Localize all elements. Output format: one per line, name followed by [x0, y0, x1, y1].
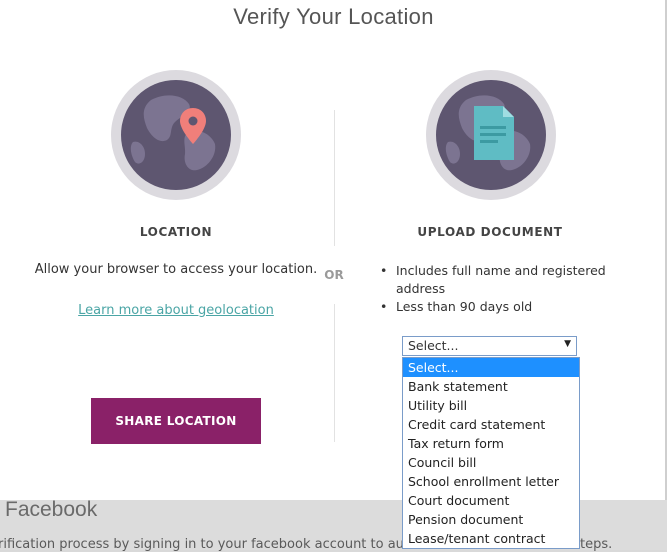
document-type-dropdown: Select... Bank statement Utility bill Cr… [402, 357, 580, 549]
document-icon [474, 106, 514, 160]
location-description: Allow your browser to access your locati… [34, 262, 318, 277]
or-label: OR [324, 268, 344, 282]
dropdown-option[interactable]: Utility bill [403, 396, 579, 415]
location-heading: LOCATION [139, 225, 213, 239]
background-heading: Facebook [5, 498, 98, 521]
share-location-button[interactable]: SHARE LOCATION [91, 398, 261, 444]
requirement-item: Includes full name and registered addres… [377, 262, 637, 298]
document-type-select[interactable]: Select... ▼ [402, 336, 577, 356]
upload-document-heading: UPLOAD DOCUMENT [417, 225, 563, 239]
divider-bottom [334, 304, 335, 442]
requirements-list: Includes full name and registered addres… [377, 262, 637, 316]
dropdown-option[interactable]: Credit card statement [403, 415, 579, 434]
divider-top [334, 110, 335, 246]
modal-title: Verify Your Location [233, 4, 434, 29]
dropdown-option[interactable]: Lease/tenant contract [403, 529, 579, 548]
dropdown-option[interactable]: Bank statement [403, 377, 579, 396]
select-current-value: Select... [408, 338, 459, 353]
dropdown-option[interactable]: Court document [403, 491, 579, 510]
chevron-down-icon: ▼ [564, 339, 571, 349]
dropdown-option[interactable]: Tax return form [403, 434, 579, 453]
requirement-item: Less than 90 days old [377, 298, 637, 316]
dropdown-option[interactable]: School enrollment letter [403, 472, 579, 491]
dropdown-option[interactable]: Pension document [403, 510, 579, 529]
upload-globe-icon [426, 70, 556, 200]
learn-more-geolocation-link[interactable]: Learn more about geolocation [76, 303, 276, 318]
location-globe-icon [111, 70, 241, 200]
dropdown-option[interactable]: Select... [403, 358, 579, 377]
dropdown-option[interactable]: Council bill [403, 453, 579, 472]
